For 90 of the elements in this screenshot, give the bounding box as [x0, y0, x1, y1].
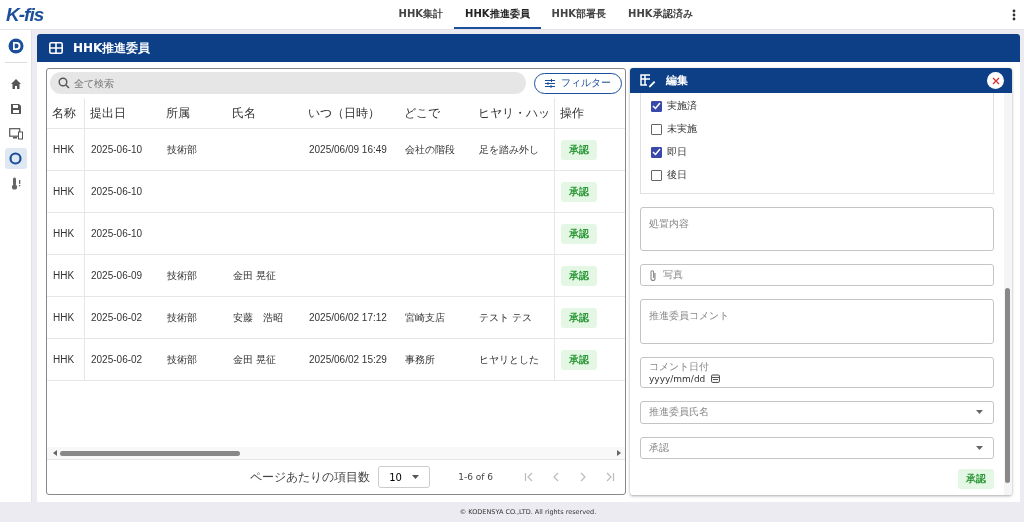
select-field[interactable]: 推進委員氏名 — [640, 401, 994, 424]
table-cell-text: 宮崎支店 — [404, 310, 446, 325]
checkbox-option[interactable]: 後日 — [651, 167, 983, 183]
horizontal-scrollbar[interactable] — [47, 447, 625, 460]
table-cell-text: 2025-06-02 — [90, 353, 144, 367]
table-cell-text: 2025/06/02 17:12 — [308, 311, 388, 325]
checkbox[interactable] — [651, 146, 662, 158]
table-cell: HHK — [47, 339, 85, 380]
close-icon — [991, 76, 1000, 85]
per-page-select[interactable]: 10 — [378, 466, 431, 488]
checkbox-option[interactable]: 未実施 — [651, 121, 983, 137]
date-field[interactable]: コメント日付 yyyy/mm/dd — [640, 356, 994, 389]
close-button[interactable] — [987, 72, 1004, 89]
table-cell-text: 金田 晃征 — [232, 352, 277, 367]
scroll-right-icon[interactable] — [617, 450, 621, 456]
sidebar-item[interactable] — [4, 148, 27, 169]
search-field[interactable]: 全て検索 — [50, 72, 526, 94]
filter-icon — [545, 78, 555, 88]
table-cell: 足を踏み外し — [473, 129, 555, 170]
table-cell: HHK — [47, 213, 85, 254]
checkbox-option[interactable]: 即日 — [651, 144, 983, 160]
table-cell-text: 技術部 — [166, 142, 198, 157]
filter-button[interactable]: フィルター — [534, 72, 622, 94]
nav-tab[interactable]: HHK集計 — [387, 0, 455, 29]
nav-tab[interactable]: HHK推進委員 — [454, 0, 541, 29]
field-placeholder: 承認 — [649, 440, 670, 455]
thermometer-icon — [9, 177, 22, 190]
column-header: 提出日 — [89, 104, 127, 122]
table-cell: HHK — [47, 129, 85, 170]
table-cell-text: 技術部 — [166, 352, 198, 367]
checkbox[interactable] — [651, 169, 662, 181]
column-header: いつ（日時） — [307, 104, 381, 122]
scroll-left-icon[interactable] — [53, 450, 57, 456]
table-cell: HHK — [47, 297, 85, 338]
column-header: 氏名 — [231, 104, 257, 122]
circle-icon — [9, 152, 22, 165]
logo-icon[interactable] — [7, 38, 24, 54]
column-header: 名称 — [47, 98, 85, 128]
table-cell-text: 2025/06/09 16:49 — [308, 143, 388, 157]
more-icon[interactable] — [1012, 8, 1016, 21]
column-header: どこで — [403, 104, 441, 122]
dropdown-icon — [412, 475, 420, 479]
table-cell-text: 2025-06-09 — [90, 269, 144, 283]
logo[interactable]: K-fis — [6, 3, 44, 26]
table-cell: ヒヤリとした — [473, 339, 555, 380]
table-cell-text: 技術部 — [166, 268, 198, 283]
table-cell-text: 2025-06-10 — [90, 143, 144, 157]
page-title: HHK推進委員 — [73, 39, 151, 57]
page-range: 1-6 of 6 — [458, 472, 493, 482]
table-cell: HHK — [47, 255, 85, 296]
table-cell-text: 2025-06-02 — [90, 311, 144, 325]
dropdown-icon — [976, 410, 983, 415]
table-cell-text: 金田 晃征 — [232, 268, 277, 283]
field-label: コメント日付 — [649, 360, 710, 373]
vertical-scrollbar[interactable] — [1004, 93, 1012, 495]
nav-tab[interactable]: HHK部署長 — [540, 0, 618, 29]
table-cell-text: 2025-06-10 — [90, 227, 144, 241]
paperclip-icon — [649, 268, 657, 282]
dropdown-icon — [976, 445, 983, 450]
save-icon — [9, 102, 22, 115]
nav-tab[interactable]: HHK承認済み — [617, 0, 704, 29]
checkbox-option[interactable]: 実施済 — [651, 98, 983, 114]
select-field[interactable]: 承認 — [640, 436, 994, 459]
panel-title: 編集 — [666, 73, 689, 88]
table-cell-text: 会社の階段 — [404, 142, 456, 157]
checkbox[interactable] — [651, 123, 662, 135]
text-area[interactable]: 処置内容 — [640, 207, 994, 252]
column-header: ヒヤリ・ハッ — [473, 98, 555, 128]
edit-icon — [640, 73, 656, 88]
field-placeholder: 推進委員氏名 — [649, 405, 710, 420]
table-cell-text: 事務所 — [404, 352, 436, 367]
home-icon — [9, 77, 22, 90]
search-icon — [58, 77, 70, 89]
checkbox[interactable] — [651, 100, 662, 112]
table-cell-text: 2025-06-10 — [90, 185, 144, 199]
field-placeholder: 写真 — [663, 268, 683, 283]
text-area[interactable]: 推進委員コメント — [640, 299, 994, 344]
date-value: yyyy/mm/dd — [649, 373, 706, 384]
table-cell-text: 2025/06/02 15:29 — [308, 353, 388, 367]
calendar-icon — [711, 374, 721, 384]
table-cell-text: 安藤 浩昭 — [232, 310, 284, 325]
file-field[interactable]: 写真 — [640, 264, 994, 287]
table-cell: HHK — [47, 171, 85, 212]
table-cell: テスト テス — [473, 297, 555, 338]
column-header: 所属 — [165, 104, 191, 122]
column-header: 操作 — [559, 104, 585, 122]
table-icon — [49, 42, 63, 54]
monitor-icon — [8, 127, 23, 140]
table-cell-text: 技術部 — [166, 310, 198, 325]
per-page-label: ページあたりの項目数 — [250, 468, 371, 486]
